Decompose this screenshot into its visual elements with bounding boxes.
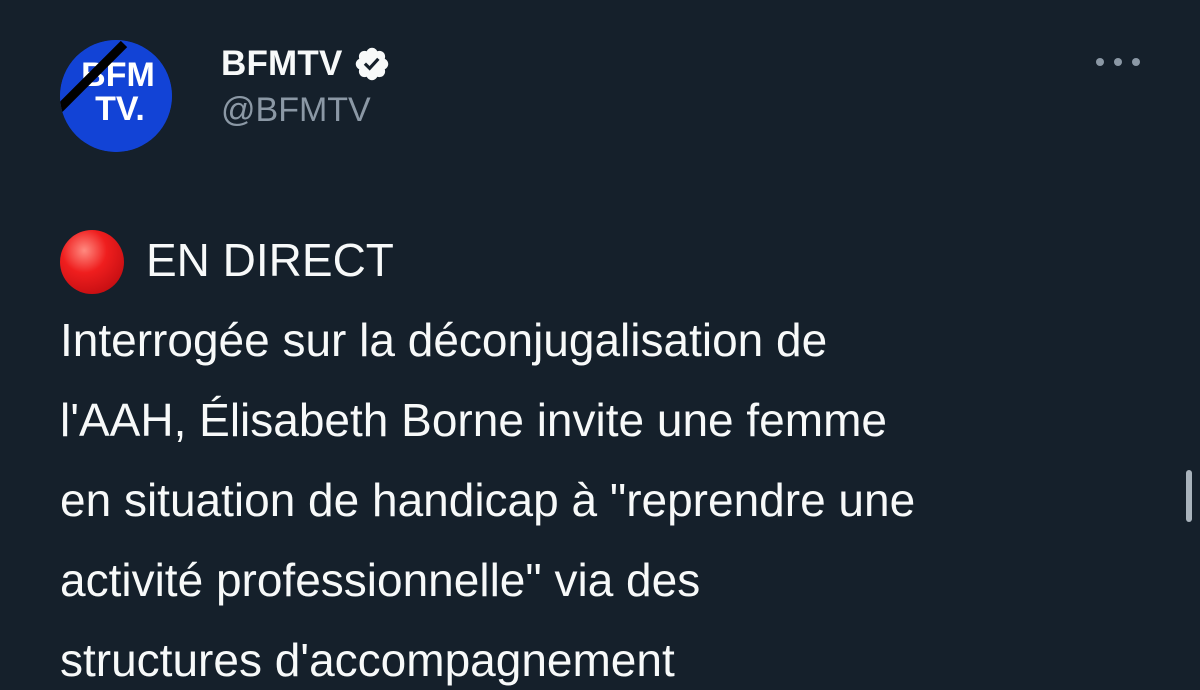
live-label: EN DIRECT <box>146 234 394 286</box>
verified-badge-icon <box>355 47 388 81</box>
author-display-name[interactable]: BFMTV <box>221 44 343 84</box>
tweet-text-line: activité professionnelle" via des <box>60 554 701 606</box>
more-options-button[interactable] <box>1094 50 1142 74</box>
svg-text:TV.: TV. <box>95 90 145 128</box>
more-horizontal-icon <box>1132 58 1140 66</box>
tweet-text-line: Interrogée sur la déconjugalisation de <box>60 314 828 366</box>
tweet: BFM TV. BFMTV @BFMTV EN DIRECT Interrogé… <box>0 0 1200 690</box>
red-circle-icon <box>60 230 124 294</box>
tweet-text-line: en situation de handicap à "reprendre un… <box>60 474 916 526</box>
avatar[interactable]: BFM TV. <box>60 40 172 152</box>
author-handle[interactable]: @BFMTV <box>221 91 371 130</box>
bfmtv-logo: BFM TV. <box>60 40 172 152</box>
more-horizontal-icon <box>1096 58 1104 66</box>
tweet-text-line: l'AAH, Élisabeth Borne invite une femme <box>60 394 887 446</box>
live-indicator: EN DIRECT <box>60 220 1170 300</box>
scrollbar-thumb[interactable] <box>1186 470 1192 522</box>
more-horizontal-icon <box>1114 58 1122 66</box>
tweet-text-line: structures d'accompagnement <box>60 634 675 686</box>
author-name-row: BFMTV <box>221 40 391 88</box>
tweet-text: EN DIRECT Interrogée sur la déconjugalis… <box>60 220 1170 690</box>
